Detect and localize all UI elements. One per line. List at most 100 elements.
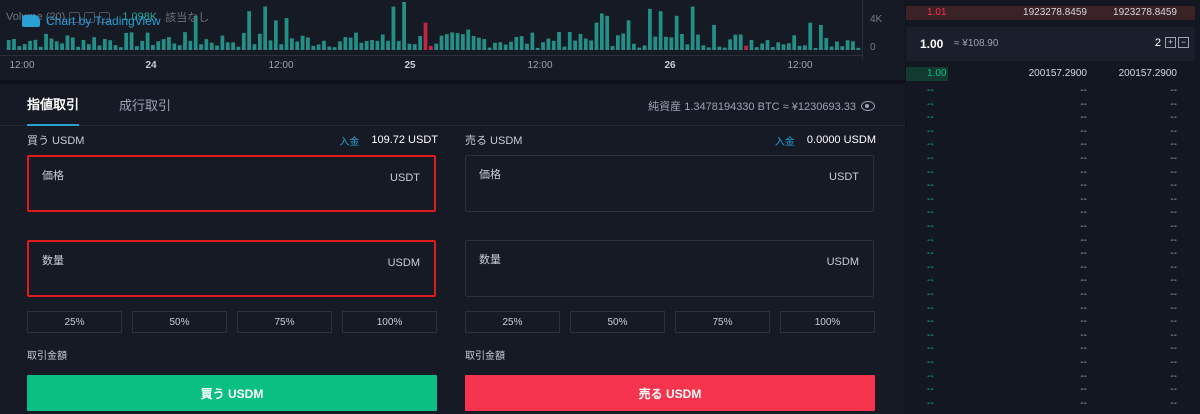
volume-bar <box>722 47 727 50</box>
empty-total: -- <box>1170 275 1177 287</box>
empty-amount: -- <box>1080 125 1087 137</box>
sell-pct-25-button[interactable]: 25% <box>465 311 560 333</box>
volume-bar <box>813 47 818 50</box>
volume-bar <box>306 37 310 50</box>
buy-pct-25-button[interactable]: 25% <box>27 311 122 333</box>
empty-total: -- <box>1170 370 1177 382</box>
bid-total: 200157.2900 <box>1118 68 1177 79</box>
sell-quantity-input[interactable] <box>479 269 779 289</box>
sell-quantity-field[interactable]: 数量 USDM <box>465 240 874 297</box>
ask-row[interactable]: 1.01 1923278.8459 1923278.8459 <box>906 6 1195 20</box>
volume-bar <box>167 37 171 50</box>
buy-price-field[interactable]: 価格 USDT <box>27 155 436 212</box>
volume-bar <box>119 47 123 50</box>
volume-bar <box>728 39 732 50</box>
bid-row-empty: -- -- -- <box>906 125 1195 139</box>
bid-row-empty: -- -- -- <box>906 383 1195 397</box>
empty-amount: -- <box>1080 261 1087 273</box>
sell-pct-75-button[interactable]: 75% <box>675 311 770 333</box>
buy-button[interactable]: 買う USDM <box>27 375 437 411</box>
buy-pct-50-button[interactable]: 50% <box>132 311 227 333</box>
empty-total: -- <box>1170 397 1177 409</box>
volume-bar <box>209 42 214 50</box>
buy-quantity-input[interactable] <box>42 270 342 290</box>
empty-amount: -- <box>1080 180 1087 192</box>
bid-row-empty: -- -- -- <box>906 397 1195 411</box>
volume-bar <box>824 37 829 50</box>
volume-bar <box>49 38 54 50</box>
volume-bar <box>151 44 155 50</box>
empty-amount: -- <box>1080 221 1087 232</box>
buy-price-unit: USDT <box>390 172 420 184</box>
volume-bar <box>626 20 631 50</box>
volume-bar <box>428 45 433 50</box>
buy-deposit-link[interactable]: 入金 <box>339 133 359 148</box>
x-tick: 12:00 <box>527 60 553 71</box>
empty-amount: -- <box>1080 193 1087 205</box>
sell-pct-100-button[interactable]: 100% <box>780 311 875 333</box>
volume-bar <box>685 44 690 50</box>
volume-bar <box>706 47 711 50</box>
tab-limit[interactable]: 指値取引 <box>27 84 80 126</box>
bid-row-empty: -- -- -- <box>906 261 1195 275</box>
buy-quantity-field[interactable]: 数量 USDM <box>27 240 436 297</box>
legend-na: 該当なし <box>165 12 210 24</box>
empty-amount: -- <box>1080 85 1087 96</box>
empty-price: -- <box>927 125 934 137</box>
sell-price-input[interactable] <box>479 184 779 204</box>
sell-header: 売る USDM 入金 0.0000 USDM <box>465 132 876 148</box>
sell-pct-50-button[interactable]: 50% <box>570 311 665 333</box>
sell-button[interactable]: 売る USDM <box>465 375 875 411</box>
volume-bar <box>54 41 59 50</box>
volume-bar <box>557 31 561 50</box>
empty-amount: -- <box>1080 112 1087 124</box>
volume-bar <box>124 32 129 50</box>
volume-bar <box>188 40 193 50</box>
volume-bar <box>102 38 107 50</box>
plus-icon[interactable]: + <box>1165 37 1176 48</box>
empty-total: -- <box>1170 329 1177 341</box>
sell-deposit-link[interactable]: 入金 <box>775 133 795 148</box>
volume-bar <box>498 42 503 50</box>
volume-bar <box>145 32 150 50</box>
empty-total: -- <box>1170 384 1177 396</box>
bid-row-empty: -- -- -- <box>906 342 1195 356</box>
volume-bar <box>450 32 455 50</box>
volume-bar <box>535 47 540 50</box>
volume-bar <box>273 20 278 50</box>
buy-pct-75-button[interactable]: 75% <box>237 311 332 333</box>
empty-price: -- <box>927 302 934 314</box>
eye-icon[interactable] <box>861 101 875 111</box>
tradingview-brand[interactable]: Chart by TradingView <box>22 14 161 28</box>
volume-bar <box>509 41 513 50</box>
order-book: 1.01 1923278.8459 1923278.8459 1.00 ≈ ¥1… <box>905 0 1200 414</box>
buy-pct-100-button[interactable]: 100% <box>342 311 437 333</box>
sell-price-unit: USDT <box>829 171 859 183</box>
fiat-price: ≈ ¥108.90 <box>954 38 999 49</box>
empty-total: -- <box>1170 234 1177 246</box>
minus-icon[interactable]: − <box>1178 37 1189 48</box>
buy-price-input[interactable] <box>42 185 342 205</box>
volume-bar <box>696 34 700 50</box>
empty-price: -- <box>927 139 934 151</box>
volume-bar <box>599 13 604 50</box>
empty-price: -- <box>927 193 934 205</box>
bid-row-empty: -- -- -- <box>906 166 1195 180</box>
sell-price-field[interactable]: 価格 USDT <box>465 155 874 212</box>
volume-bar <box>530 32 535 50</box>
bid-row-empty: -- -- -- <box>906 84 1195 98</box>
ask-total: 1923278.8459 <box>1113 7 1177 18</box>
empty-price: -- <box>927 98 934 110</box>
empty-price: -- <box>927 248 934 260</box>
price-chart[interactable]: Volume (20) 1.098K 該当なし Chart by Trading… <box>0 0 905 80</box>
volume-bar <box>268 40 273 50</box>
empty-amount: -- <box>1080 98 1087 110</box>
volume-bar <box>44 33 48 50</box>
empty-amount: -- <box>1080 275 1087 287</box>
empty-amount: -- <box>1080 139 1087 151</box>
volume-bar <box>615 35 620 50</box>
y-tick: 0 <box>870 42 876 53</box>
bid-row[interactable]: 1.00 200157.2900 200157.2900 <box>906 67 1195 81</box>
tab-market[interactable]: 成行取引 <box>119 84 171 126</box>
sell-total-label: 取引金額 <box>465 351 505 362</box>
